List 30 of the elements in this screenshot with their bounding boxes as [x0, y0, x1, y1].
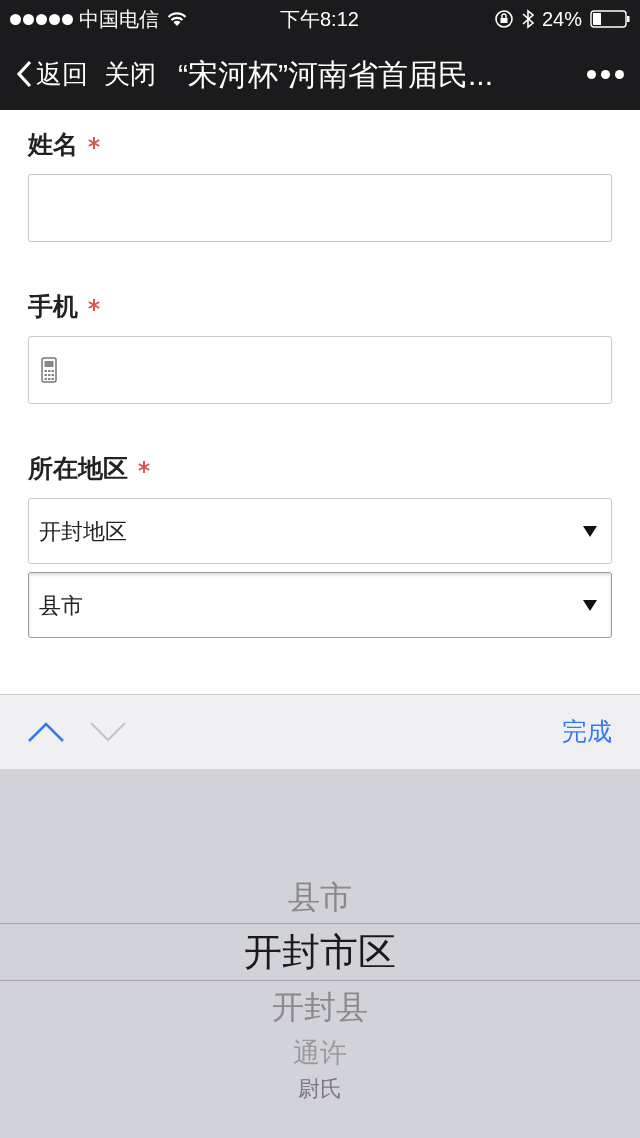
page-title: “宋河杯”河南省首届民... — [178, 56, 493, 93]
back-chevron-icon — [16, 60, 32, 88]
wifi-icon — [167, 11, 187, 27]
dropdown-caret-icon — [583, 599, 597, 611]
battery-icon — [590, 10, 630, 28]
previous-field-button[interactable] — [28, 722, 64, 742]
select-field[interactable]: 开封地区 — [28, 498, 612, 564]
field-label: 姓名 — [28, 129, 78, 161]
back-button[interactable]: 返回 — [16, 54, 88, 94]
field-label: 手机 — [28, 291, 78, 323]
dropdown-caret-icon — [583, 525, 597, 537]
rotation-lock-icon — [493, 9, 514, 29]
input-field[interactable] — [28, 174, 612, 242]
down-chevron-icon — [90, 722, 126, 742]
close-link[interactable]: 关闭 — [104, 54, 156, 94]
input-field[interactable] — [28, 336, 612, 404]
carrier-name: 中国电信 — [79, 7, 159, 32]
phone-icon — [41, 357, 57, 383]
field-label: 所在地区 — [28, 453, 128, 485]
signal-icon — [10, 13, 73, 25]
select-value: 开封地区 — [39, 517, 127, 546]
bluetooth-icon — [521, 9, 534, 29]
select-field[interactable]: 县市 — [28, 572, 612, 638]
select-value: 县市 — [39, 591, 83, 620]
more-icon[interactable] — [587, 69, 624, 79]
up-chevron-icon — [28, 722, 64, 742]
clock-time: 下午8:12 — [280, 7, 359, 32]
picker-option[interactable]: 开封市区 — [0, 923, 640, 981]
battery-percent: 24% — [541, 7, 582, 32]
done-button[interactable]: 完成 — [562, 713, 612, 751]
